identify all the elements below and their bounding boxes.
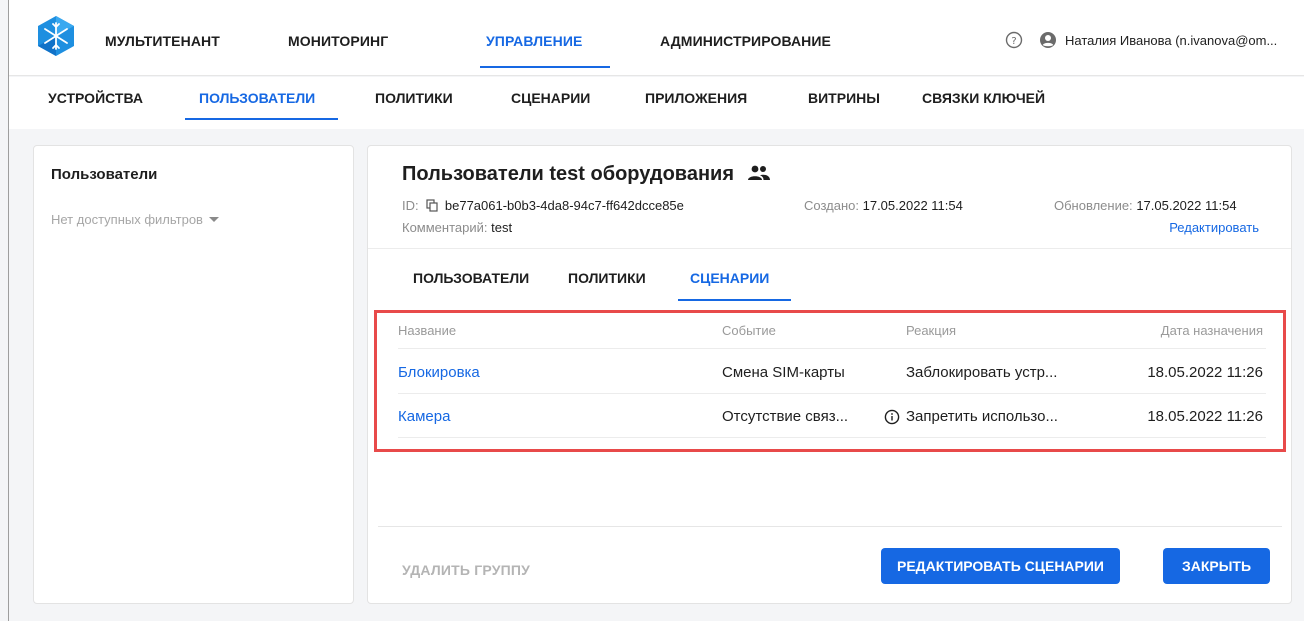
delete-group-button[interactable]: УДАЛИТЬ ГРУППУ xyxy=(402,562,530,578)
subnav-showcases[interactable]: ВИТРИНЫ xyxy=(808,90,880,106)
scenario-date: 18.05.2022 11:26 xyxy=(1147,364,1263,381)
tab-policies[interactable]: ПОЛИТИКИ xyxy=(568,270,646,286)
group-title-text: Пользователи test оборудования xyxy=(402,163,734,185)
users-group-icon xyxy=(747,165,770,180)
nav-monitoring[interactable]: МОНИТОРИНГ xyxy=(288,33,388,49)
scenario-name-link[interactable]: Камера xyxy=(398,408,450,425)
comment-value: test xyxy=(491,220,513,235)
scenario-date: 18.05.2022 11:26 xyxy=(1147,408,1263,425)
subnav-applications[interactable]: ПРИЛОЖЕНИЯ xyxy=(645,90,747,106)
subnav-devices[interactable]: УСТРОЙСТВА xyxy=(48,90,143,106)
tabs-divider xyxy=(368,248,1291,249)
subnav-users[interactable]: ПОЛЬЗОВАТЕЛИ xyxy=(199,90,315,106)
nav-management[interactable]: УПРАВЛЕНИЕ xyxy=(486,33,582,49)
tab-users[interactable]: ПОЛЬЗОВАТЕЛИ xyxy=(413,270,529,286)
edit-scenarios-button[interactable]: РЕДАКТИРОВАТЬ СЦЕНАРИИ xyxy=(881,548,1120,584)
close-button[interactable]: ЗАКРЫТЬ xyxy=(1163,548,1270,584)
created-date: Создано: 17.05.2022 11:54 xyxy=(804,198,963,213)
column-header-reaction[interactable]: Реакция xyxy=(906,323,956,338)
subnav-keychains[interactable]: СВЯЗКИ КЛЮЧЕЙ xyxy=(922,90,1045,106)
updated-value: 17.05.2022 11:54 xyxy=(1136,198,1237,213)
updated-label: Обновление: xyxy=(1054,198,1133,213)
row-divider xyxy=(398,437,1266,438)
group-comment: Комментарий: test xyxy=(402,220,512,235)
help-icon[interactable]: ? xyxy=(1005,31,1023,49)
updated-date: Обновление: 17.05.2022 11:54 xyxy=(1054,198,1237,213)
header-divider xyxy=(398,348,1266,349)
footer-divider xyxy=(378,526,1282,527)
created-value: 17.05.2022 11:54 xyxy=(862,198,963,213)
subnav-scenarios[interactable]: СЦЕНАРИИ xyxy=(511,90,590,106)
active-nav-indicator xyxy=(480,66,610,68)
user-name[interactable]: Наталия Иванова (n.ivanova@om... xyxy=(1065,33,1277,48)
group-detail-panel: Пользователи test оборудования ID: be77a… xyxy=(367,145,1292,604)
active-subnav-indicator xyxy=(185,118,338,120)
group-id: ID: be77a061-b0b3-4da8-94c7-ff642dcce85e xyxy=(402,198,684,213)
nav-administration[interactable]: АДМИНИСТРИРОВАНИЕ xyxy=(660,33,831,49)
filter-panel-title: Пользователи xyxy=(51,166,158,183)
group-title: Пользователи test оборудования xyxy=(402,163,772,186)
filter-panel: Пользователи Нет доступных фильтров xyxy=(33,145,354,604)
nav-multitenant[interactable]: МУЛЬТИТЕНАНТ xyxy=(105,33,220,49)
scenario-event: Смена SIM-карты xyxy=(722,364,845,381)
scenario-event: Отсутствие связ... xyxy=(722,408,849,425)
info-icon[interactable] xyxy=(884,409,900,425)
copy-icon[interactable] xyxy=(426,199,438,212)
filter-dropdown-label: Нет доступных фильтров xyxy=(51,212,203,227)
column-header-assignment-date[interactable]: Дата назначения xyxy=(1161,323,1263,338)
sub-navigation-bar: УСТРОЙСТВА ПОЛЬЗОВАТЕЛИ ПОЛИТИКИ СЦЕНАРИ… xyxy=(9,77,1304,129)
group-id-value: be77a061-b0b3-4da8-94c7-ff642dcce85e xyxy=(444,198,684,213)
created-label: Создано: xyxy=(804,198,859,213)
user-avatar-icon[interactable] xyxy=(1039,31,1057,49)
scenario-reaction: Запретить использо... xyxy=(906,408,1058,425)
group-id-label: ID: xyxy=(402,198,419,213)
scenario-name-link[interactable]: Блокировка xyxy=(398,364,480,381)
active-tab-indicator xyxy=(678,299,791,301)
column-header-name[interactable]: Название xyxy=(398,323,456,338)
scenario-reaction: Заблокировать устр... xyxy=(906,364,1058,381)
row-divider xyxy=(398,393,1266,394)
filter-dropdown[interactable]: Нет доступных фильтров xyxy=(51,212,219,227)
column-header-event[interactable]: Событие xyxy=(722,323,776,338)
subnav-policies[interactable]: ПОЛИТИКИ xyxy=(375,90,453,106)
scenarios-table: Название Событие Реакция Дата назначения… xyxy=(374,310,1286,452)
edit-group-link[interactable]: Редактировать xyxy=(1169,220,1259,235)
comment-label: Комментарий: xyxy=(402,220,488,235)
snowflake-logo[interactable] xyxy=(35,15,77,57)
top-navigation-bar: МУЛЬТИТЕНАНТ МОНИТОРИНГ УПРАВЛЕНИЕ АДМИН… xyxy=(9,0,1304,76)
chevron-down-icon xyxy=(208,217,219,222)
svg-text:?: ? xyxy=(1011,36,1016,47)
tab-scenarios[interactable]: СЦЕНАРИИ xyxy=(690,270,769,286)
